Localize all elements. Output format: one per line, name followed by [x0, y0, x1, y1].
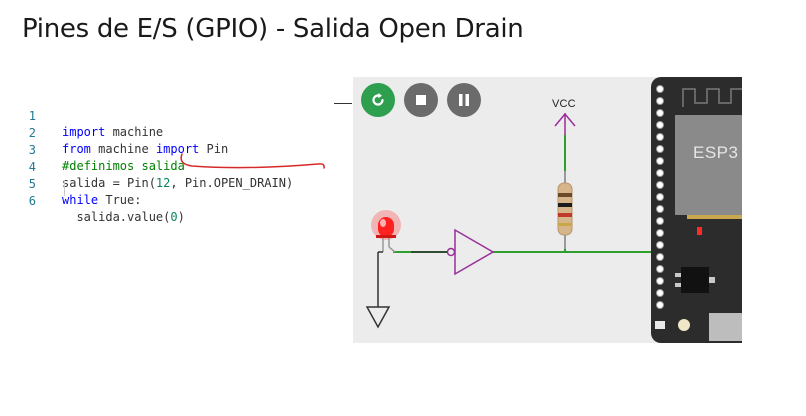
underline-annotation: [180, 153, 325, 169]
resistor: [557, 171, 573, 249]
simulation-canvas[interactable]: VCC ESP3: [353, 77, 742, 343]
led: [371, 210, 401, 253]
indent-guide: [64, 180, 65, 196]
code-line-2[interactable]: 2 from machine import Pin: [18, 109, 228, 156]
code-line-1[interactable]: 1 import machine: [18, 92, 163, 139]
code-line-3[interactable]: 3 #definimos salida: [18, 126, 185, 173]
vcc-symbol: [554, 112, 576, 135]
board-label: ESP3: [693, 143, 739, 162]
slide-title: Pines de E/S (GPIO) - Salida Open Drain: [22, 14, 524, 44]
inverter-gate: [446, 228, 495, 276]
code-text: salida = Pin(12, Pin.OPEN_DRAIN): [62, 176, 294, 190]
ground-symbol: [365, 251, 391, 329]
code-line-6[interactable]: 6 salida.value(0): [18, 177, 185, 224]
code-text: import machine: [62, 125, 164, 139]
code-text: while True:: [62, 193, 142, 207]
code-text: #definimos salida: [62, 159, 185, 173]
circuit-schematic: [365, 77, 742, 343]
code-line-4[interactable]: 4 salida = Pin(12, Pin.OPEN_DRAIN): [18, 143, 293, 190]
code-text: salida.value(0): [62, 210, 185, 224]
line-number: 6: [28, 194, 36, 208]
code-editor[interactable]: 1 import machine 2 from machine import P…: [18, 92, 354, 224]
vcc-label: VCC: [552, 98, 576, 110]
esp32-board: [651, 77, 742, 343]
scroll-ruler: [334, 103, 352, 104]
code-line-5[interactable]: 5 while True:: [18, 160, 142, 207]
